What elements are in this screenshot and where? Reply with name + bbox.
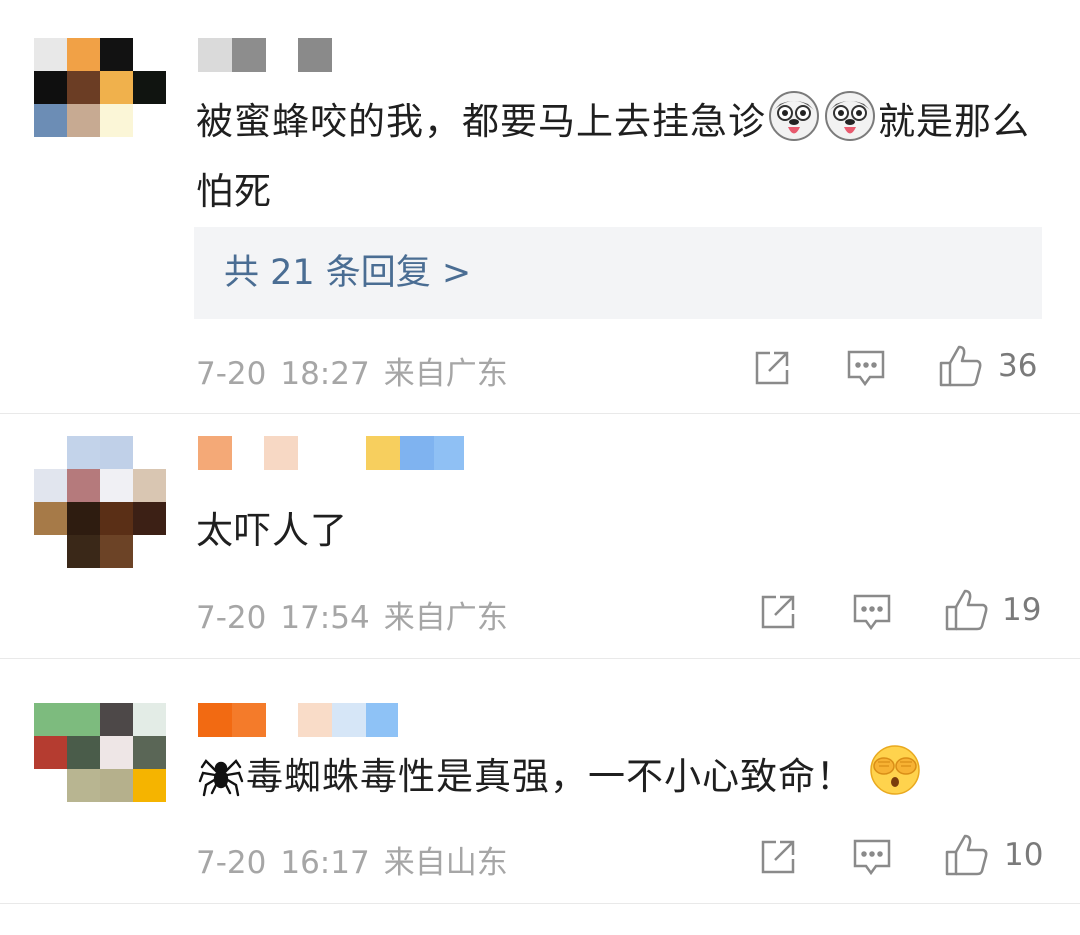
- comment-location: 来自广东: [383, 356, 508, 392]
- comment-text: 被蜜蜂咬的我，都要马上去挂急诊 就是那么怕死: [196, 90, 1056, 223]
- comment-item: 太吓人了 7-20 17:54 来自广东 19: [0, 414, 1080, 659]
- comment-icon[interactable]: [852, 837, 892, 881]
- like-icon[interactable]: [938, 344, 984, 392]
- like-icon[interactable]: [944, 588, 990, 636]
- username[interactable]: [198, 38, 338, 72]
- comment-icon[interactable]: [852, 592, 892, 636]
- like-count: 19: [1002, 592, 1042, 628]
- comment-meta: 7-20 18:27 来自广东: [196, 348, 522, 393]
- comment-date: 7-20: [196, 845, 267, 881]
- view-replies-button[interactable]: 共 21 条回复 >: [194, 227, 1042, 319]
- comment-item: 被蜜蜂咬的我，都要马上去挂急诊 就是那么怕死 共 21 条回复 > 7-20 18…: [0, 0, 1080, 414]
- husky-emoji: [768, 90, 820, 161]
- like-icon[interactable]: [944, 833, 990, 881]
- username[interactable]: [198, 436, 468, 470]
- comment-text: 太吓人了: [196, 509, 348, 552]
- avatar[interactable]: [34, 436, 166, 568]
- comment-time: 18:27: [280, 356, 370, 392]
- comment-date: 7-20: [196, 356, 267, 392]
- share-icon[interactable]: [758, 592, 798, 636]
- avatar[interactable]: [34, 703, 166, 803]
- comment-icon[interactable]: [846, 348, 886, 392]
- spider-emoji: [198, 751, 244, 816]
- comment-meta: 7-20 17:54 来自广东: [196, 592, 522, 637]
- comment-text: 毒蜘蛛毒性是真强，一不小心致命！: [196, 743, 1056, 816]
- share-icon[interactable]: [758, 837, 798, 881]
- comment-item: 毒蜘蛛毒性是真强，一不小心致命！ 7-20 16:17 来自山东 10: [0, 659, 1080, 935]
- comment-meta: 7-20 16:17 来自山东: [196, 837, 522, 882]
- like-count: 10: [1004, 837, 1044, 873]
- husky-emoji: [824, 90, 876, 161]
- like-count: 36: [998, 348, 1038, 384]
- divider: [0, 903, 1080, 904]
- share-icon[interactable]: [752, 348, 792, 392]
- covering-eyes-emoji: [868, 743, 922, 816]
- username[interactable]: [198, 703, 408, 737]
- comment-time: 16:17: [280, 845, 370, 881]
- comment-location: 来自山东: [383, 845, 508, 881]
- comment-time: 17:54: [280, 600, 370, 636]
- comment-date: 7-20: [196, 600, 267, 636]
- avatar[interactable]: [34, 38, 166, 138]
- comment-location: 来自广东: [383, 600, 508, 636]
